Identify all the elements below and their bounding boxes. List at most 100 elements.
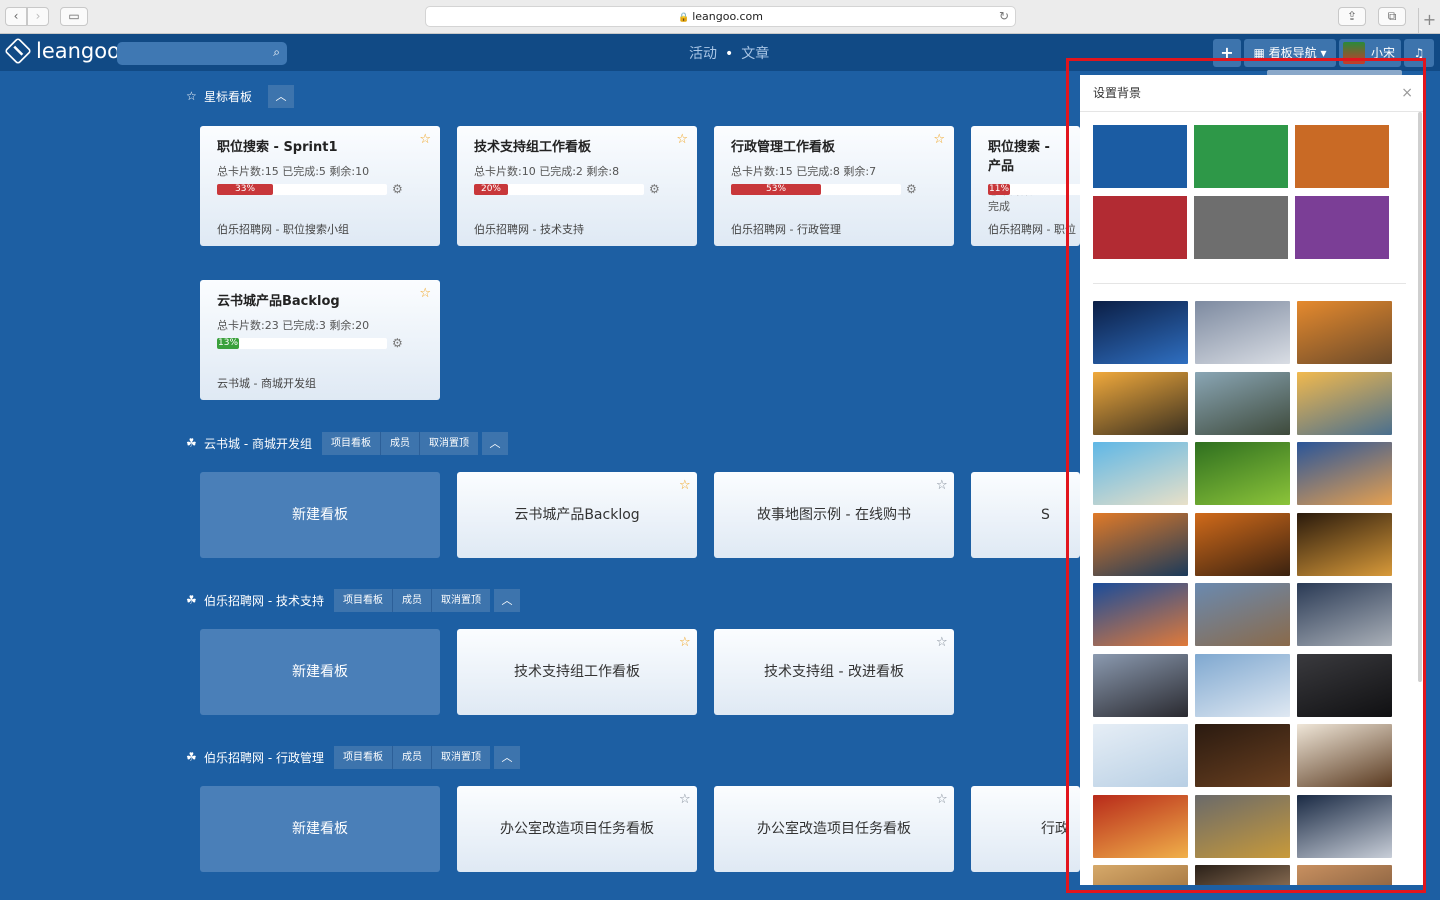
tile-label: 故事地图示例 - 在线购书 bbox=[757, 507, 911, 523]
reload-icon[interactable]: ↻ bbox=[999, 7, 1009, 26]
star-icon[interactable]: ☆ bbox=[679, 635, 691, 650]
forward-button[interactable]: › bbox=[27, 7, 49, 26]
new-tab-button[interactable]: + bbox=[1418, 8, 1440, 34]
board-nav-button[interactable]: ▦ 看板导航 ▾ bbox=[1244, 39, 1336, 67]
background-thumb-squirrel-corn[interactable] bbox=[1195, 794, 1290, 858]
board-tile[interactable]: 技术支持组 - 改进看板 bbox=[714, 629, 954, 715]
star-icon[interactable]: ☆ bbox=[936, 635, 948, 650]
background-thumb-sunset-coast[interactable] bbox=[1297, 442, 1392, 505]
gear-icon[interactable]: ⚙ bbox=[649, 182, 660, 196]
add-button[interactable]: + bbox=[1213, 39, 1241, 67]
board-tile[interactable]: S bbox=[971, 472, 1080, 558]
background-thumb-burj-al-arab[interactable] bbox=[1093, 583, 1188, 646]
star-icon[interactable]: ☆ bbox=[679, 478, 691, 493]
color-swatch[interactable] bbox=[1194, 196, 1288, 259]
caret-down-icon: ▾ bbox=[1320, 46, 1327, 60]
background-thumb-parliament[interactable] bbox=[1195, 583, 1290, 646]
board-tile[interactable]: 云书城产品Backlog bbox=[457, 472, 697, 558]
background-thumb-sailboat-sunset[interactable] bbox=[1093, 512, 1188, 576]
background-thumb-cat[interactable] bbox=[1297, 794, 1392, 858]
background-thumb-autumn[interactable] bbox=[1297, 865, 1392, 885]
section-action-2[interactable]: 取消置顶 bbox=[420, 432, 478, 455]
back-button[interactable]: ‹ bbox=[5, 7, 27, 26]
background-thumb-motorcycle[interactable] bbox=[1093, 653, 1188, 717]
progress-fill: 13% bbox=[217, 338, 240, 349]
section-action-1[interactable]: 成员 bbox=[381, 431, 420, 455]
background-thumb-christmas-lights[interactable] bbox=[1297, 512, 1392, 576]
board-tile[interactable]: 办公室改造项目任务看板 bbox=[457, 786, 697, 872]
background-thumb-sports-car[interactable] bbox=[1297, 653, 1392, 717]
collapse-button[interactable]: ︿ bbox=[481, 431, 508, 455]
background-thumb-baymax[interactable] bbox=[1093, 724, 1188, 787]
section-action-1[interactable]: 成员 bbox=[393, 745, 432, 769]
bell-icon[interactable]: ♫ bbox=[1404, 39, 1434, 67]
color-swatch[interactable] bbox=[1093, 125, 1187, 188]
progress-bar: 11% bbox=[988, 184, 1080, 195]
color-swatch[interactable] bbox=[1194, 125, 1288, 188]
star-icon[interactable]: ☆ bbox=[676, 132, 688, 147]
background-thumb-coffee-cup[interactable] bbox=[1195, 724, 1290, 787]
background-thumb-coffee-beans[interactable] bbox=[1297, 724, 1392, 787]
color-swatch[interactable] bbox=[1295, 125, 1389, 188]
background-thumb-rock-cliff[interactable] bbox=[1297, 301, 1392, 364]
section-action-2[interactable]: 取消置顶 bbox=[432, 589, 490, 612]
nav-articles[interactable]: 文章 bbox=[741, 46, 769, 62]
background-thumb-lake-forest[interactable] bbox=[1195, 371, 1290, 435]
star-icon[interactable]: ☆ bbox=[679, 792, 691, 807]
background-thumb-field[interactable] bbox=[1093, 865, 1188, 885]
section-action-2[interactable]: 取消置顶 bbox=[432, 746, 490, 769]
user-menu[interactable]: 小宋 bbox=[1339, 39, 1401, 67]
background-thumb-girl-flowers[interactable] bbox=[1093, 794, 1188, 858]
star-icon[interactable]: ☆ bbox=[933, 132, 945, 147]
logo[interactable]: leangoo bbox=[4, 37, 120, 65]
starred-board-card[interactable]: 职位搜索 - 产品总卡片数:9 已完成11%⚙伯乐招聘网 - 职位 bbox=[971, 126, 1080, 246]
sidebar-icon[interactable]: ▭ bbox=[60, 7, 88, 26]
board-tile[interactable]: 故事地图示例 - 在线购书 bbox=[714, 472, 954, 558]
background-thumb-mountain-haze[interactable] bbox=[1297, 371, 1392, 435]
star-icon[interactable]: ☆ bbox=[936, 792, 948, 807]
background-thumb-green-forest[interactable] bbox=[1195, 442, 1290, 505]
new-board-button[interactable]: 新建看板 bbox=[200, 786, 440, 872]
close-icon[interactable]: × bbox=[1401, 75, 1413, 112]
gear-icon[interactable]: ⚙ bbox=[906, 182, 917, 196]
board-tile[interactable]: 行政管 bbox=[971, 786, 1080, 872]
starred-board-card[interactable]: 行政管理工作看板 总卡片数:15 已完成:8 剩余:7 ☆ 53% ⚙ 伯乐招聘网 - 行… bbox=[714, 126, 954, 246]
address-bar[interactable]: 🔒 leangoo.com ↻ bbox=[425, 6, 1016, 27]
background-thumb-bridge-night[interactable] bbox=[1195, 512, 1290, 576]
star-icon[interactable]: ☆ bbox=[419, 286, 431, 301]
section-action-1[interactable]: 成员 bbox=[393, 588, 432, 612]
starred-board-card[interactable]: 职位搜索 - Sprint1 总卡片数:15 已完成:5 剩余:10 ☆ 33% ⚙ 伯乐… bbox=[200, 126, 440, 246]
section-action-0[interactable]: 项目看板 bbox=[334, 745, 393, 769]
gear-icon[interactable]: ⚙ bbox=[392, 336, 403, 350]
section-action-0[interactable]: 项目看板 bbox=[322, 431, 381, 455]
color-swatch[interactable] bbox=[1093, 196, 1187, 259]
board-tile[interactable]: 技术支持组工作看板 bbox=[457, 629, 697, 715]
background-thumb-dog[interactable] bbox=[1195, 865, 1290, 885]
new-board-button[interactable]: 新建看板 bbox=[200, 629, 440, 715]
star-icon[interactable]: ☆ bbox=[419, 132, 431, 147]
collapse-button[interactable]: ︿ bbox=[493, 745, 520, 769]
background-thumb-tropical-beach[interactable] bbox=[1093, 442, 1188, 505]
tabs-icon[interactable]: ⧉ bbox=[1378, 7, 1406, 26]
collapse-button[interactable]: ︿ bbox=[493, 588, 520, 612]
background-thumb-city-night[interactable] bbox=[1297, 583, 1392, 646]
background-thumb-space-earth[interactable] bbox=[1093, 301, 1188, 364]
share-icon[interactable]: ⇪ bbox=[1338, 7, 1366, 26]
board-tile[interactable]: 办公室改造项目任务看板 bbox=[714, 786, 954, 872]
collapse-button[interactable]: ︿ bbox=[268, 84, 295, 108]
panel-scrollbar[interactable] bbox=[1418, 112, 1422, 682]
starred-board-card[interactable]: 云书城产品Backlog 总卡片数:23 已完成:3 剩余:20 ☆ 13% ⚙ 云书城 … bbox=[200, 280, 440, 400]
background-thumb-tree-sunset[interactable] bbox=[1093, 371, 1188, 435]
board-nav-label: 看板导航 bbox=[1268, 46, 1317, 60]
starred-board-card[interactable]: 技术支持组工作看板 总卡片数:10 已完成:2 剩余:8 ☆ 20% ⚙ 伯乐招聘网 - … bbox=[457, 126, 697, 246]
gear-icon[interactable]: ⚙ bbox=[392, 182, 403, 196]
nav-activity[interactable]: 活动 bbox=[689, 46, 717, 62]
search-icon[interactable]: ⌕ bbox=[273, 45, 280, 60]
color-swatch[interactable] bbox=[1295, 196, 1389, 259]
new-board-button[interactable]: 新建看板 bbox=[200, 472, 440, 558]
star-icon[interactable]: ☆ bbox=[936, 478, 948, 493]
background-thumb-fighter-jet[interactable] bbox=[1195, 653, 1290, 717]
background-thumb-snow-mountain[interactable] bbox=[1195, 301, 1290, 364]
search-input[interactable]: ⌕ bbox=[117, 42, 287, 65]
section-action-0[interactable]: 项目看板 bbox=[334, 588, 393, 612]
